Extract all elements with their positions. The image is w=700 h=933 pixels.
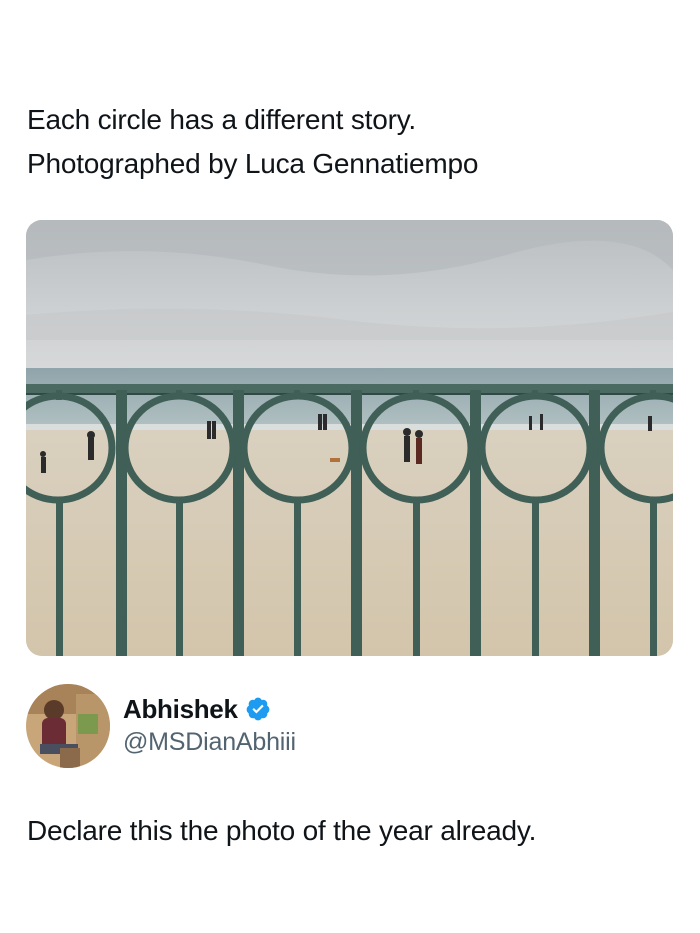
display-name[interactable]: Abhishek <box>123 694 238 725</box>
quoted-caption: Each circle has a different story. Photo… <box>27 98 667 186</box>
user-handle[interactable]: @MSDianAbhiii <box>123 728 296 757</box>
beach-railing-photo <box>26 220 673 656</box>
avatar-image <box>26 684 110 768</box>
verified-badge-icon <box>246 697 270 721</box>
caption-line-1: Each circle has a different story. <box>27 104 417 135</box>
avatar[interactable] <box>26 684 110 768</box>
tweet-text: Declare this the photo of the year alrea… <box>27 815 537 846</box>
caption-line-2: Photographed by Luca Gennatiempo <box>27 148 479 179</box>
author-row[interactable]: Abhishek @MSDianAbhiii <box>26 684 666 768</box>
name-row: Abhishek <box>123 694 271 724</box>
post-photo[interactable] <box>26 220 673 656</box>
